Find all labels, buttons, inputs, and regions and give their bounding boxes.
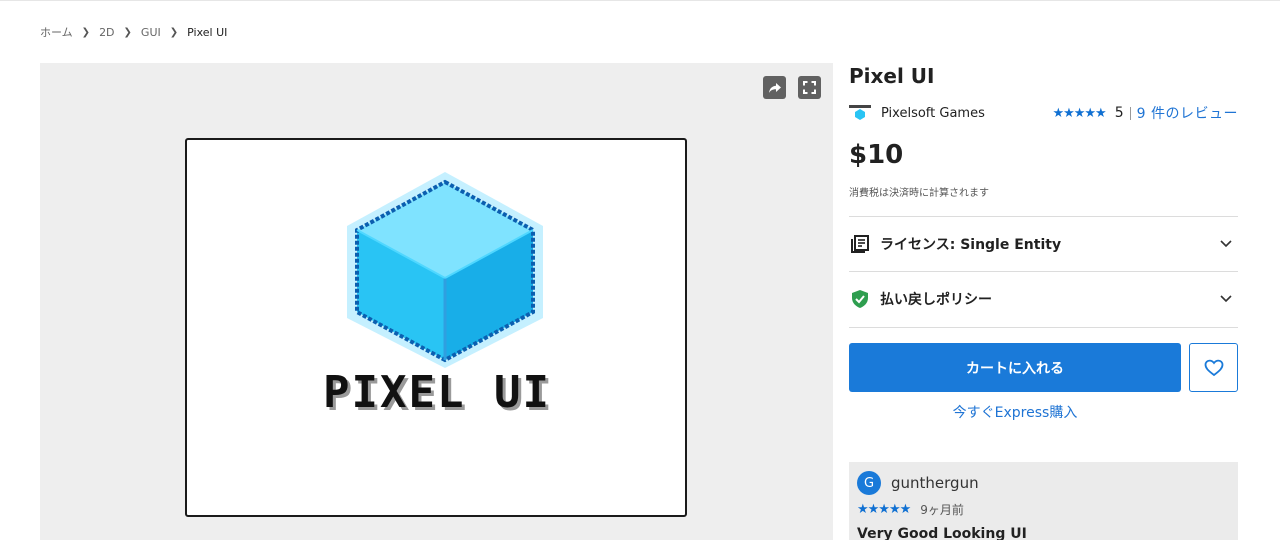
- shield-check-icon: [849, 288, 871, 310]
- gallery-toolbar: [763, 76, 821, 99]
- chevron-right-icon: ❯: [123, 26, 132, 38]
- chevron-right-icon: ❯: [81, 26, 91, 38]
- share-arrow-icon: [768, 82, 781, 93]
- share-button[interactable]: [763, 76, 786, 99]
- license-document-icon: [849, 233, 871, 255]
- product-price: $10: [849, 140, 904, 170]
- fullscreen-button[interactable]: [798, 76, 821, 99]
- breadcrumb: ホーム ❯ 2D ❯ GUI ❯ Pixel UI: [40, 24, 227, 40]
- add-to-cart-button[interactable]: カートに入れる: [849, 343, 1181, 392]
- breadcrumb-2d[interactable]: 2D: [99, 26, 114, 39]
- publisher-link[interactable]: Pixelsoft Games: [881, 106, 985, 121]
- license-accordion[interactable]: ライセンス: Single Entity: [849, 217, 1238, 271]
- publisher-row: Pixelsoft Games ★★★★★ 5 9 件のレビュー: [849, 104, 1238, 122]
- top-border: [0, 0, 1280, 1]
- review-title: Very Good Looking UI: [857, 526, 1027, 540]
- rating-divider: [1129, 106, 1131, 120]
- review-meta: ★★★★★ 9ヶ月前: [857, 501, 964, 518]
- media-gallery: PIXEL UI PIXEL UI: [40, 63, 833, 540]
- pixel-cube-logo: PIXEL UI PIXEL UI: [323, 172, 552, 421]
- review-date: 9ヶ月前: [920, 503, 964, 517]
- chevron-down-icon: [1220, 295, 1232, 303]
- heart-icon: [1204, 359, 1223, 376]
- star-rating-icon: ★★★★★: [1052, 105, 1106, 121]
- reviews-link[interactable]: 9 件のレビュー: [1137, 103, 1238, 123]
- rating-summary: ★★★★★ 5 9 件のレビュー: [1052, 103, 1238, 123]
- divider: [849, 327, 1238, 328]
- breadcrumb-gui[interactable]: GUI: [141, 26, 161, 39]
- chevron-down-icon: [1220, 240, 1232, 248]
- product-title: Pixel UI: [849, 64, 935, 88]
- license-label: ライセンス: Single Entity: [880, 237, 1062, 253]
- star-rating-icon: ★★★★★: [857, 502, 911, 517]
- express-buy-link[interactable]: 今すぐExpress購入: [849, 402, 1181, 422]
- refund-policy-accordion[interactable]: 払い戻しポリシー: [849, 272, 1238, 326]
- review-card: G gunthergun ★★★★★ 9ヶ月前 Very Good Lookin…: [849, 462, 1238, 540]
- breadcrumb-home[interactable]: ホーム: [40, 24, 73, 40]
- refund-policy-label: 払い戻しポリシー: [880, 292, 992, 308]
- logo-text: PIXEL UI: [323, 367, 551, 418]
- product-preview-image[interactable]: PIXEL UI PIXEL UI: [185, 138, 687, 517]
- rating-score: 5: [1114, 105, 1124, 121]
- chevron-right-icon: ❯: [169, 26, 179, 38]
- publisher-logo: [849, 104, 871, 122]
- review-username: gunthergun: [891, 474, 979, 492]
- avatar: G: [857, 471, 881, 495]
- review-header: G gunthergun: [857, 471, 979, 495]
- tax-note: 消費税は決済時に計算されます: [849, 188, 989, 199]
- wishlist-button[interactable]: [1189, 343, 1238, 392]
- fullscreen-icon: [803, 81, 816, 94]
- breadcrumb-current: Pixel UI: [187, 25, 228, 39]
